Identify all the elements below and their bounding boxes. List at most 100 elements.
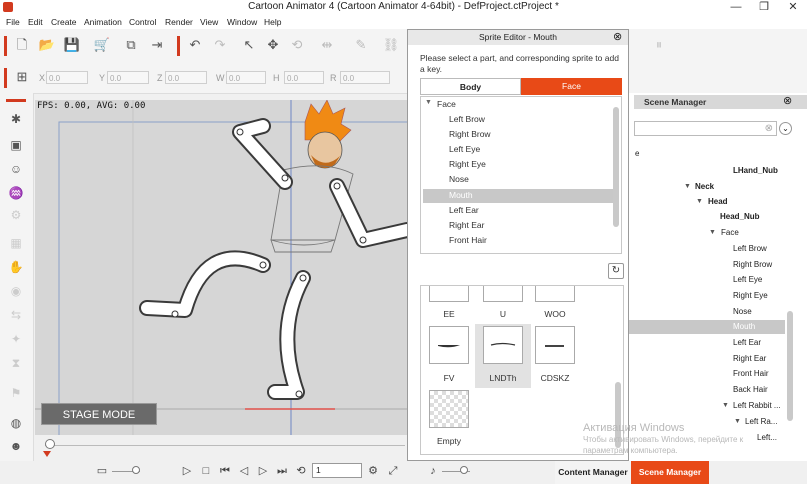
scene-node[interactable]: Nose (733, 304, 752, 319)
refresh-button[interactable]: ↻ (608, 263, 624, 279)
scene-node[interactable]: Head_Nub (720, 209, 760, 224)
scene-node-selected[interactable]: Mouth (733, 319, 755, 334)
scene-node[interactable]: Head (708, 194, 728, 209)
list-item[interactable]: Front Hair (449, 233, 621, 248)
scene-node[interactable]: Right Eye (733, 288, 768, 303)
settings-icon[interactable]: ⚙ (366, 463, 380, 479)
scene-scrollbar[interactable] (787, 311, 793, 421)
scene-node[interactable]: Left Ear (733, 335, 761, 350)
list-item-selected[interactable]: Mouth (449, 188, 621, 203)
play-icon[interactable]: ▷ (180, 463, 194, 479)
sprite-editor-close-icon[interactable]: ⊗ (613, 31, 622, 43)
deform-tool-icon[interactable]: ▦ (8, 235, 24, 251)
x-input[interactable]: 0.0 (46, 71, 88, 84)
loop-icon[interactable]: ⟲ (294, 463, 308, 479)
volume-slider-handle[interactable] (460, 466, 468, 474)
bone-tool-icon[interactable]: ✱ (8, 111, 24, 127)
undo-icon[interactable]: ↶ (186, 36, 204, 54)
scene-search-input[interactable]: ⊗ (634, 121, 777, 136)
z-input[interactable]: 0.0 (165, 71, 207, 84)
minimize-button[interactable]: — (722, 0, 750, 15)
first-frame-icon[interactable]: ⏮ (218, 463, 232, 479)
stage-viewport[interactable] (35, 100, 407, 435)
scene-node[interactable]: Neck (695, 179, 714, 194)
face-tool-icon[interactable]: ☺ (8, 161, 24, 177)
h-input[interactable]: 0.0 (284, 71, 324, 84)
motion-tool-icon[interactable]: ⚙ (8, 207, 24, 223)
list-item[interactable]: Left Ear (449, 203, 621, 218)
expand-caret-icon[interactable]: ▼ (709, 225, 716, 240)
parts-scrollbar[interactable] (613, 107, 619, 227)
list-item[interactable]: Right Brow (449, 127, 621, 142)
fit-view-icon[interactable]: ⤢ (386, 463, 400, 479)
rotate-icon[interactable]: ⟲ (288, 36, 306, 54)
previous-frame-icon[interactable]: ◁ (237, 463, 251, 479)
sprite-thumbnail[interactable] (429, 326, 469, 364)
list-item[interactable]: Left Eye (449, 142, 621, 157)
tab-body[interactable]: Body (420, 78, 521, 95)
list-item[interactable]: Nose (449, 172, 621, 187)
scene-node[interactable]: Front Hair (733, 366, 769, 381)
transform-mode-icon[interactable]: ⊞ (13, 68, 31, 86)
menu-view[interactable]: View (200, 15, 218, 29)
sprite-thumbnail[interactable] (429, 286, 469, 302)
restore-button[interactable]: ❐ (750, 0, 778, 15)
menu-edit[interactable]: Edit (28, 15, 43, 29)
menu-window[interactable]: Window (227, 15, 257, 29)
menu-control[interactable]: Control (129, 15, 156, 29)
scene-node[interactable]: Left Eye (733, 272, 762, 287)
expand-caret-icon[interactable]: ▼ (684, 179, 691, 194)
stop-icon[interactable]: □ (199, 463, 213, 479)
open-folder-icon[interactable]: 📂 (38, 36, 56, 54)
sprite-thumbnail[interactable] (535, 326, 575, 364)
r-input[interactable]: 0.0 (340, 71, 390, 84)
new-file-icon[interactable]: 🗋 (13, 36, 31, 54)
cart-icon[interactable]: 🛒 (93, 36, 111, 54)
tab-face[interactable]: Face (521, 78, 622, 95)
menu-help[interactable]: Help (264, 15, 281, 29)
menu-render[interactable]: Render (165, 15, 193, 29)
last-frame-icon[interactable]: ⏭ (275, 463, 289, 479)
sprite-thumbnail-empty[interactable] (429, 390, 469, 428)
expand-caret-icon[interactable]: ▼ (722, 398, 729, 413)
puppet-tool-icon[interactable]: ✋ (8, 259, 24, 275)
y-input[interactable]: 0.0 (107, 71, 149, 84)
collapse-caret-icon[interactable]: ▼ (425, 99, 432, 106)
composer-tool-icon[interactable]: ✦ (8, 331, 24, 347)
export-icon[interactable]: ⇥ (148, 36, 166, 54)
list-item[interactable]: Right Eye (449, 157, 621, 172)
toolbar-extra-icon[interactable]: ⏸ (650, 36, 668, 54)
scene-node[interactable]: Left Rabbit ... (733, 398, 781, 413)
parts-group-face[interactable]: Face (437, 97, 621, 112)
save-icon[interactable]: 💾 (63, 36, 81, 54)
next-frame-icon[interactable]: ▷ (256, 463, 270, 479)
menu-file[interactable]: File (6, 15, 20, 29)
chevron-down-icon[interactable]: ⌄ (779, 122, 792, 135)
close-button[interactable]: ✕ (779, 0, 807, 15)
flip-tool-icon[interactable]: ⇆ (8, 307, 24, 323)
select-arrow-icon[interactable]: ↖ (240, 36, 258, 54)
sprite-tool-icon[interactable]: ▣ (8, 137, 24, 153)
actor-tool-icon[interactable]: ☻ (8, 438, 24, 454)
menu-animation[interactable]: Animation (84, 15, 122, 29)
list-item[interactable]: Right Ear (449, 218, 621, 233)
scene-node[interactable]: Right Ear (733, 351, 766, 366)
sprite-thumbnail[interactable] (535, 286, 575, 302)
spring-tool-icon[interactable]: ◉ (8, 283, 24, 299)
scene-node[interactable]: Right Brow (733, 257, 772, 272)
speed-slider-handle[interactable] (132, 466, 140, 474)
camera-tool-icon[interactable]: ◍ (8, 415, 24, 431)
link-icon[interactable]: ⛓ (382, 36, 400, 54)
menu-create[interactable]: Create (51, 15, 77, 29)
redo-icon[interactable]: ↷ (211, 36, 229, 54)
stage-mode-button[interactable]: STAGE MODE (41, 403, 157, 425)
timeline-tool-icon[interactable]: ⧗ (8, 355, 24, 371)
scene-node[interactable]: Left Brow (733, 241, 767, 256)
scene-node[interactable]: Face (721, 225, 739, 240)
pin-icon[interactable]: ✎ (352, 36, 370, 54)
scene-manager-close-icon[interactable]: ⊗ (783, 95, 792, 107)
sprite-thumbnail[interactable] (483, 286, 523, 302)
tab-content-manager[interactable]: Content Manager (555, 461, 631, 484)
sprite-thumbnail[interactable] (483, 326, 523, 364)
move-icon[interactable]: ✥ (264, 36, 282, 54)
